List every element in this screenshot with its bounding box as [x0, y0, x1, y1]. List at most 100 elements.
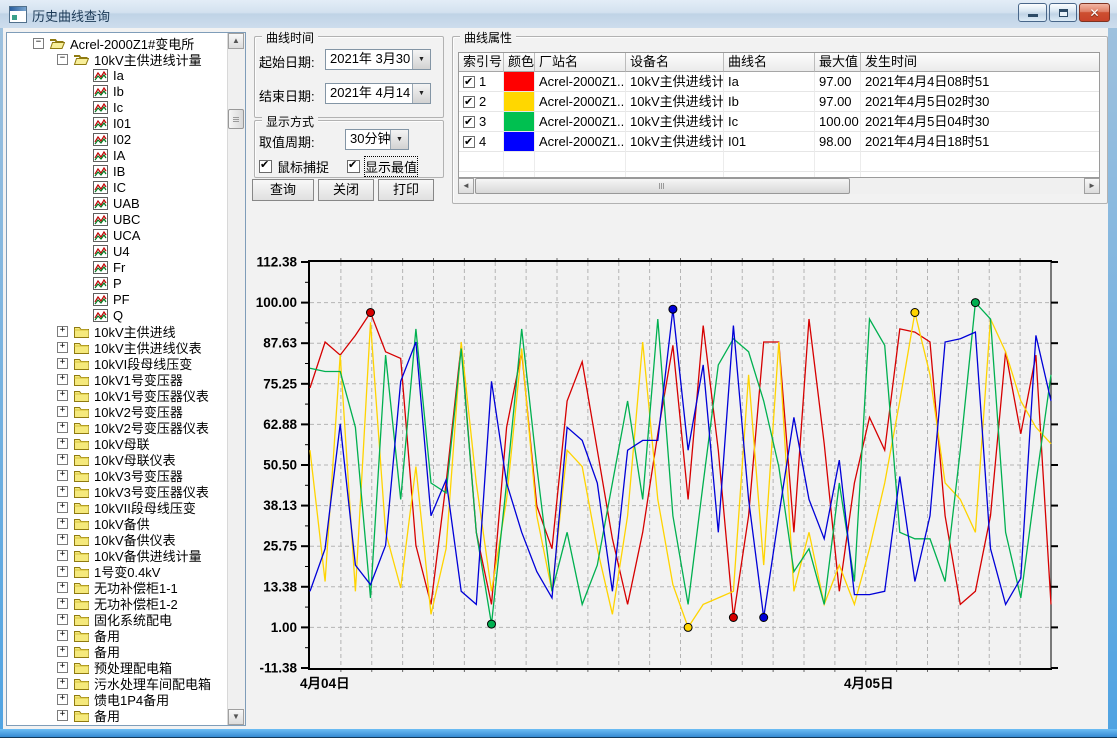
expand-icon[interactable]: + [57, 550, 68, 561]
grid-hscrollbar[interactable]: ◄ ► [458, 178, 1100, 194]
station-cell: Acrel-2000Z1... [535, 112, 626, 132]
grid-body: ✔1Acrel-2000Z1...10kV主供进线计量Ia97.002021年4… [459, 72, 1099, 178]
expand-icon[interactable]: + [57, 422, 68, 433]
tree-item-Ic[interactable]: Ic [7, 99, 227, 115]
expand-icon[interactable]: + [57, 662, 68, 673]
tree-item-I02[interactable]: I02 [7, 131, 227, 147]
expand-icon[interactable]: + [57, 598, 68, 609]
tree-item-UBC[interactable]: UBC [7, 211, 227, 227]
expand-icon[interactable]: + [57, 630, 68, 641]
print-button[interactable]: 打印 [378, 179, 434, 201]
expand-icon[interactable]: + [57, 438, 68, 449]
tree-item-U4[interactable]: U4 [7, 243, 227, 259]
curve-name-cell: Ia [724, 72, 815, 92]
expand-icon[interactable]: + [57, 534, 68, 545]
start-date-picker[interactable]: 2021年 3月30 ▼ [325, 49, 431, 70]
table-row[interactable]: ✔2Acrel-2000Z1...10kV主供进线计量Ib97.002021年4… [459, 92, 1099, 112]
collapse-icon[interactable]: − [57, 54, 68, 65]
maximize-button[interactable] [1049, 3, 1077, 22]
column-header-索引号[interactable]: 索引号 [459, 53, 504, 72]
collapse-icon[interactable]: − [33, 38, 44, 49]
scroll-right-button[interactable]: ► [1084, 178, 1100, 194]
expand-icon[interactable]: + [57, 470, 68, 481]
start-date-dropdown-icon[interactable]: ▼ [412, 50, 430, 69]
expand-icon[interactable]: + [57, 646, 68, 657]
close-dialog-button[interactable]: 关闭 [318, 179, 374, 201]
show-extremes-checkbox[interactable]: ✔ [347, 160, 360, 173]
tree-item-IB[interactable]: IB [7, 163, 227, 179]
expand-icon[interactable]: + [57, 694, 68, 705]
expand-icon[interactable]: + [57, 326, 68, 337]
curve-icon [93, 261, 108, 274]
tree-item-Fr[interactable]: Fr [7, 259, 227, 275]
column-header-颜色[interactable]: 颜色 [504, 53, 535, 72]
table-row[interactable]: ✔3Acrel-2000Z1...10kV主供进线计量Ic100.002021年… [459, 112, 1099, 132]
expand-icon[interactable]: + [57, 454, 68, 465]
expand-icon[interactable]: + [57, 358, 68, 369]
tree-item-三效蒸发系统配电箱[interactable]: +三效蒸发系统配电箱 [7, 723, 227, 725]
column-header-设备名[interactable]: 设备名 [626, 53, 724, 72]
tree-item-10kV主供进线计量[interactable]: −10kV主供进线计量 [7, 51, 227, 67]
column-header-厂站名[interactable]: 厂站名 [535, 53, 626, 72]
row-index-cell[interactable]: ✔3 [459, 112, 504, 132]
tree-item-PF[interactable]: PF [7, 291, 227, 307]
mouse-capture-option[interactable]: ✔ 鼠标捕捉 [259, 157, 329, 176]
row-checkbox[interactable]: ✔ [463, 136, 475, 148]
scroll-up-button[interactable]: ▲ [228, 33, 244, 49]
row-checkbox[interactable]: ✔ [463, 76, 475, 88]
tree-item-P[interactable]: P [7, 275, 227, 291]
period-dropdown-icon[interactable]: ▼ [390, 130, 408, 149]
show-extremes-option[interactable]: ✔ 显示最值 [347, 157, 417, 176]
curve-icon [93, 165, 108, 178]
curve-properties-group-title: 曲线属性 [460, 29, 516, 46]
close-button[interactable]: ✕ [1079, 3, 1110, 22]
expand-icon[interactable]: + [57, 390, 68, 401]
end-date-dropdown-icon[interactable]: ▼ [412, 84, 430, 103]
station-cell: Acrel-2000Z1... [535, 72, 626, 92]
row-checkbox[interactable]: ✔ [463, 96, 475, 108]
expand-icon[interactable]: + [57, 614, 68, 625]
device-cell: 10kV主供进线计量 [626, 112, 724, 132]
row-index-cell[interactable]: ✔1 [459, 72, 504, 92]
curve-icon [93, 293, 108, 306]
query-button[interactable]: 查询 [252, 179, 314, 201]
tree-item-UCA[interactable]: UCA [7, 227, 227, 243]
column-header-最大值[interactable]: 最大值 [815, 53, 861, 72]
tree-item-Ia[interactable]: Ia [7, 67, 227, 83]
expand-icon[interactable]: + [57, 374, 68, 385]
tree-item-UAB[interactable]: UAB [7, 195, 227, 211]
expand-icon[interactable]: + [57, 406, 68, 417]
scroll-down-button[interactable]: ▼ [228, 709, 244, 725]
scroll-left-button[interactable]: ◄ [458, 178, 474, 194]
tree-scrollbar[interactable]: ▲ ▼ [227, 33, 245, 725]
expand-icon[interactable]: + [57, 486, 68, 497]
expand-icon[interactable]: + [57, 518, 68, 529]
end-date-picker[interactable]: 2021年 4月14 ▼ [325, 83, 431, 104]
row-index-cell[interactable]: ✔4 [459, 132, 504, 152]
row-index-cell[interactable]: ✔2 [459, 92, 504, 112]
expand-icon[interactable]: + [57, 710, 68, 721]
closed-folder-icon [73, 357, 89, 370]
tree-scrollbar-thumb[interactable] [228, 109, 244, 129]
table-row[interactable]: ✔4Acrel-2000Z1...10kV主供进线计量I0198.002021年… [459, 132, 1099, 152]
minimize-button[interactable] [1018, 3, 1047, 22]
curve-time-group-title: 曲线时间 [262, 29, 318, 46]
grid-hscrollbar-thumb[interactable] [475, 178, 850, 194]
tree-item-IC[interactable]: IC [7, 179, 227, 195]
mouse-capture-label: 鼠标捕捉 [277, 157, 329, 176]
expand-icon[interactable]: + [57, 582, 68, 593]
tree-item-IA[interactable]: IA [7, 147, 227, 163]
row-checkbox[interactable]: ✔ [463, 116, 475, 128]
expand-icon[interactable]: + [57, 566, 68, 577]
column-header-曲线名[interactable]: 曲线名 [724, 53, 815, 72]
table-row[interactable]: ✔1Acrel-2000Z1...10kV主供进线计量Ia97.002021年4… [459, 72, 1099, 92]
mouse-capture-checkbox[interactable]: ✔ [259, 160, 272, 173]
expand-icon[interactable]: + [57, 678, 68, 689]
tree-item-Ib[interactable]: Ib [7, 83, 227, 99]
tree-item-I01[interactable]: I01 [7, 115, 227, 131]
period-select[interactable]: 30分钟 ▼ [345, 129, 409, 150]
y-tick-label: 1.00 [271, 620, 297, 635]
column-header-发生时间[interactable]: 发生时间 [861, 53, 1100, 72]
expand-icon[interactable]: + [57, 342, 68, 353]
expand-icon[interactable]: + [57, 502, 68, 513]
